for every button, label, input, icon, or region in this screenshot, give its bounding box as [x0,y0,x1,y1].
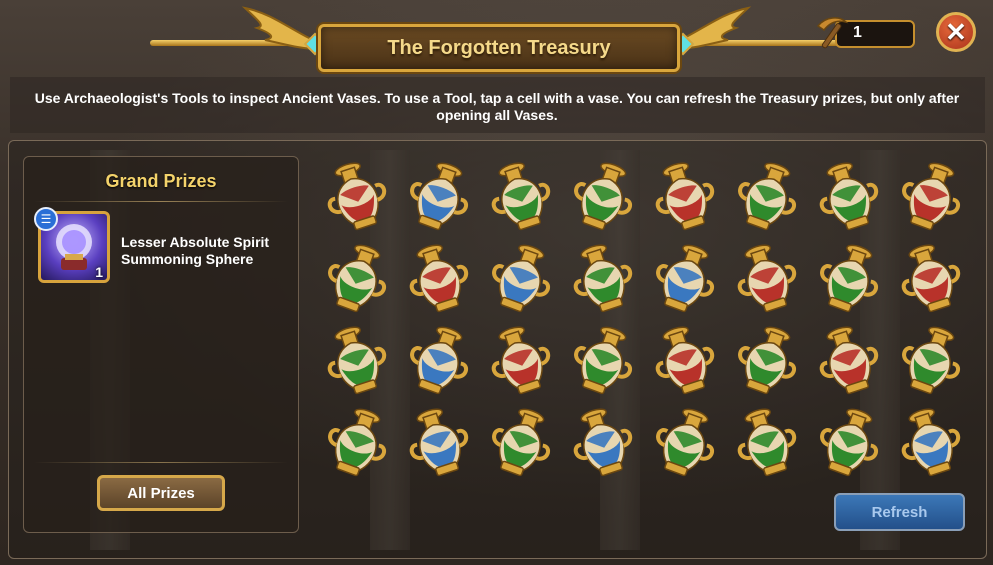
blue-vase-icon [410,326,469,395]
blue-vase-icon [901,408,961,477]
vase-cell[interactable] [480,402,562,484]
vase-cell[interactable] [398,156,480,238]
green-vase-icon [491,162,551,231]
red-vase-icon [491,326,551,395]
close-icon: ✕ [945,17,967,47]
green-vase-icon [574,326,633,395]
title-plate: The Forgotten Treasury [318,24,680,72]
vase-cell[interactable] [890,156,972,238]
red-vase-icon [655,162,715,231]
vase-cell[interactable] [316,238,398,320]
green-vase-icon [328,408,387,477]
prize-quantity: 1 [95,264,103,280]
vase-cell[interactable] [808,156,890,238]
vase-cell[interactable] [726,320,808,402]
red-vase-icon [327,162,387,231]
green-vase-icon [328,244,387,313]
vase-cell[interactable] [398,320,480,402]
red-vase-icon [655,326,715,395]
vase-cell[interactable] [644,320,726,402]
red-vase-icon [901,244,961,313]
vase-cell[interactable] [480,156,562,238]
vase-cell[interactable] [316,156,398,238]
vase-cell[interactable] [808,320,890,402]
refresh-button[interactable]: Refresh [834,493,965,531]
red-vase-icon [819,326,879,395]
vase-cell[interactable] [644,156,726,238]
vase-cell[interactable] [316,402,398,484]
vase-cell[interactable] [562,402,644,484]
green-vase-icon [819,162,879,231]
green-vase-icon [902,326,961,395]
vase-cell[interactable] [890,402,972,484]
green-vase-icon [820,408,879,477]
red-vase-icon [902,162,961,231]
vase-cell[interactable] [480,320,562,402]
wing-left-icon [241,6,324,52]
vase-cell[interactable] [726,156,808,238]
vase-cell[interactable] [398,238,480,320]
green-vase-icon [656,408,715,477]
vase-cell[interactable] [726,402,808,484]
green-vase-icon [738,162,797,231]
vase-cell[interactable] [316,320,398,402]
vase-cell[interactable] [890,238,972,320]
vase-cell[interactable] [480,238,562,320]
vase-cell[interactable] [808,402,890,484]
vase-cell[interactable] [562,320,644,402]
vase-cell[interactable] [562,238,644,320]
vase-cell[interactable] [644,402,726,484]
list-info-icon[interactable]: ☰ [34,207,58,231]
divider [34,201,288,202]
vase-cell[interactable] [808,238,890,320]
blue-vase-icon [492,244,551,313]
blue-vase-icon [656,244,715,313]
green-vase-icon [738,326,797,395]
game-screen: The Forgotten Treasury 1 ✕ Use Archaeolo… [0,0,993,565]
green-vase-icon [573,244,633,313]
vase-cell[interactable] [644,238,726,320]
vase-cell[interactable] [890,320,972,402]
blue-vase-icon [409,408,469,477]
prize-name: Lesser Absolute Spirit Summoning Sphere [121,234,270,267]
green-vase-icon [737,408,797,477]
green-vase-icon [492,408,551,477]
grand-prizes-title: Grand Prizes [105,171,217,191]
blue-vase-icon [410,162,469,231]
vase-cell[interactable] [398,402,480,484]
green-vase-icon [574,162,633,231]
vase-cell[interactable] [562,156,644,238]
green-vase-icon [327,326,387,395]
divider [34,462,288,463]
tool-count: 1 [853,24,862,41]
pickaxe-icon [816,17,849,49]
blue-vase-icon [573,408,633,477]
red-vase-icon [409,244,469,313]
red-vase-icon [737,244,797,313]
vase-cell[interactable] [726,238,808,320]
green-vase-icon [820,244,879,313]
grand-prizes-panel: Grand Prizes 1 ☰ Lesser Absolute Spirit … [23,156,299,533]
page-title: The Forgotten Treasury [387,36,611,59]
close-button[interactable]: ✕ [936,12,976,52]
description-text: Use Archaeologist's Tools to inspect Anc… [34,90,960,123]
all-prizes-button[interactable]: All Prizes [97,475,225,511]
vase-grid [316,156,972,486]
